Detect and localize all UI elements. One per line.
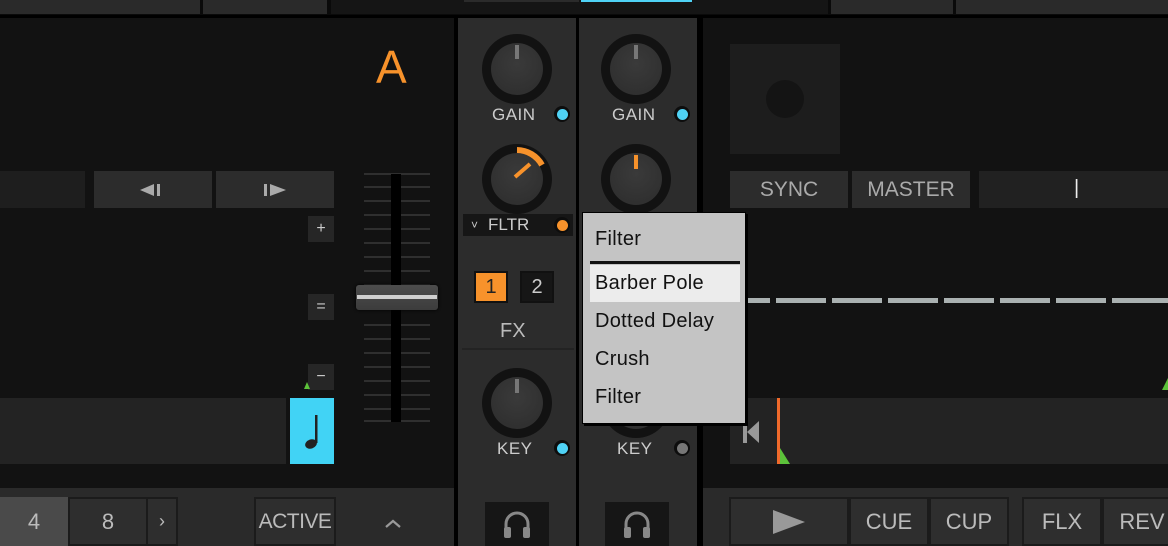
deck-letter: A bbox=[376, 41, 407, 93]
top-segment bbox=[0, 0, 200, 14]
loop-size-4-button[interactable]: 4 bbox=[0, 497, 68, 546]
master-button[interactable]: MASTER bbox=[852, 171, 970, 208]
gain-led-2[interactable] bbox=[674, 106, 690, 122]
jump-to-start-button[interactable] bbox=[743, 421, 761, 448]
top-accent-bar bbox=[581, 0, 692, 2]
cup-button[interactable]: CUP bbox=[929, 497, 1009, 546]
tempo-cursor: | bbox=[1074, 177, 1080, 199]
chevron-up-icon bbox=[385, 519, 401, 528]
menu-item-crush[interactable]: Crush bbox=[595, 348, 650, 371]
skip-back-beat-icon bbox=[140, 183, 160, 196]
skip-to-start-icon bbox=[743, 421, 759, 443]
tempo-display[interactable]: | bbox=[979, 171, 1168, 208]
fx-led-1[interactable] bbox=[554, 217, 570, 233]
gain-knob-2[interactable] bbox=[601, 34, 671, 104]
active-button[interactable]: ACTIVE bbox=[254, 497, 336, 546]
headphones-icon bbox=[504, 511, 530, 538]
play-button[interactable] bbox=[729, 497, 849, 546]
fx-knob-arc bbox=[513, 147, 545, 179]
tempo-plus-button[interactable]: + bbox=[308, 216, 334, 242]
top-segment bbox=[831, 0, 953, 14]
fx-selector-label: FLTR bbox=[488, 215, 530, 234]
loop-display[interactable] bbox=[0, 171, 85, 208]
skip-forward-beat-icon bbox=[264, 183, 286, 196]
fx-knob-1[interactable] bbox=[482, 144, 552, 214]
keylock-button[interactable] bbox=[290, 398, 334, 464]
gain-label-2: GAIN bbox=[612, 105, 656, 124]
key-label-1: KEY bbox=[497, 439, 533, 458]
menu-item-filter[interactable]: Filter bbox=[595, 386, 641, 409]
key-led-1[interactable] bbox=[554, 440, 570, 456]
menu-item-barber-pole[interactable]: Barber Pole bbox=[595, 272, 704, 295]
loop-size-8-button[interactable]: 8 bbox=[68, 497, 148, 546]
cue-marker bbox=[780, 448, 790, 464]
cue-marker bbox=[304, 382, 310, 389]
top-segment bbox=[203, 0, 327, 14]
fx-unit-1-button[interactable]: 1 bbox=[474, 271, 508, 303]
tempo-minus-button[interactable]: − bbox=[308, 364, 334, 390]
top-segment bbox=[331, 0, 828, 14]
flux-button[interactable]: FLX bbox=[1022, 497, 1102, 546]
divider bbox=[462, 348, 574, 350]
cue-headphones-button-2[interactable] bbox=[605, 502, 669, 546]
beatgrid-line bbox=[748, 298, 1168, 303]
key-label-2: KEY bbox=[617, 439, 653, 458]
collapse-button[interactable] bbox=[378, 508, 408, 538]
top-slot bbox=[464, 0, 579, 2]
cue-marker bbox=[1162, 378, 1168, 390]
play-icon bbox=[773, 509, 805, 534]
menu-item-dotted-delay[interactable]: Dotted Delay bbox=[595, 310, 714, 333]
beatjump-forward-button[interactable] bbox=[216, 171, 334, 208]
music-note-icon bbox=[305, 415, 318, 449]
headphones-icon bbox=[624, 511, 650, 538]
gain-knob-1[interactable] bbox=[482, 34, 552, 104]
fx-label: FX bbox=[500, 320, 526, 342]
sync-button[interactable]: SYNC bbox=[730, 171, 848, 208]
chevron-down-icon: ˅ bbox=[471, 218, 479, 232]
fx-unit-2-button[interactable]: 2 bbox=[520, 271, 554, 303]
cue-headphones-button-1[interactable] bbox=[485, 502, 549, 546]
fx-dropdown-menu: Filter Barber Pole Dotted Delay Crush Fi… bbox=[582, 212, 746, 424]
tempo-fader-handle[interactable] bbox=[356, 285, 438, 310]
tempo-reset-button[interactable]: = bbox=[308, 294, 334, 320]
gain-led-1[interactable] bbox=[554, 106, 570, 122]
reverse-button[interactable]: REV bbox=[1102, 497, 1168, 546]
menu-header: Filter bbox=[595, 228, 642, 250]
cue-button[interactable]: CUE bbox=[849, 497, 929, 546]
loop-next-button[interactable]: › bbox=[146, 497, 178, 546]
cover-art-placeholder-icon bbox=[766, 80, 804, 118]
fx-knob-2[interactable] bbox=[601, 144, 671, 214]
menu-separator bbox=[590, 261, 740, 264]
waveform-overview-b[interactable] bbox=[730, 398, 1168, 464]
key-knob-1[interactable] bbox=[482, 368, 552, 438]
key-led-2[interactable] bbox=[674, 440, 690, 456]
gain-label-1: GAIN bbox=[492, 105, 536, 124]
waveform-overview[interactable] bbox=[0, 398, 286, 464]
top-segment bbox=[956, 0, 1168, 14]
beatjump-back-button[interactable] bbox=[94, 171, 212, 208]
